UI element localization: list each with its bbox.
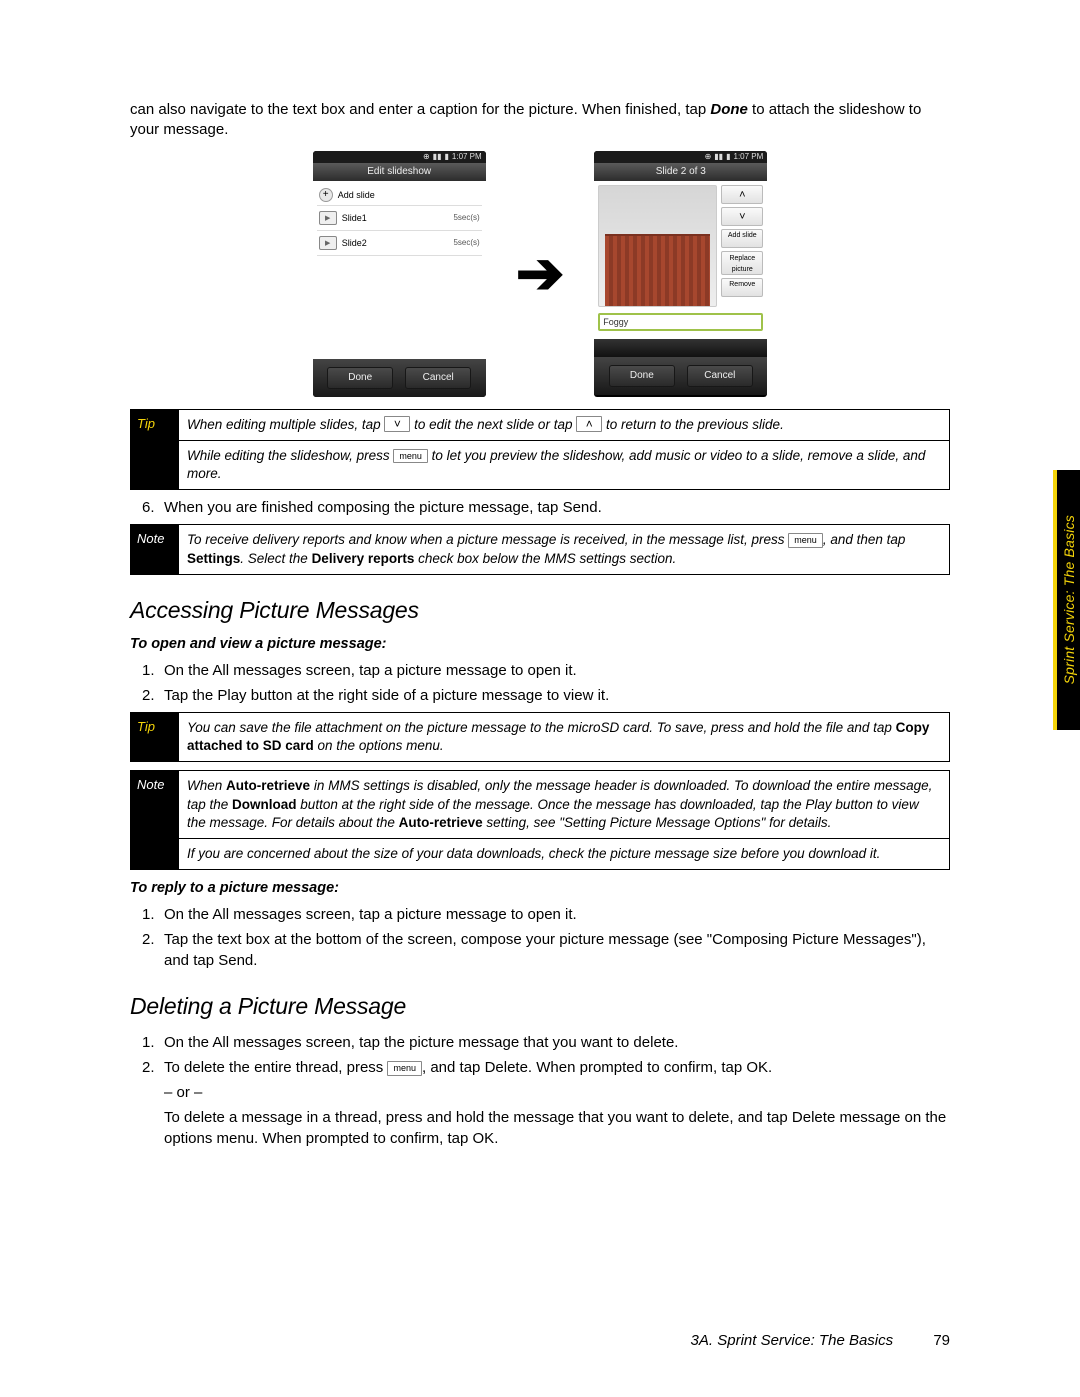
note-content: To receive delivery reports and know whe…: [179, 525, 949, 573]
replace-picture-button: Replace picture: [721, 251, 763, 275]
tip-label: Tip: [131, 410, 179, 440]
section-heading: Accessing Picture Messages: [130, 597, 950, 624]
note-content: When Auto-retrieve in MMS settings is di…: [179, 771, 949, 838]
side-buttons: ˄ ˅ Add slide Replace picture Remove: [721, 185, 763, 307]
reply-steps: 1.On the All messages screen, tap a pict…: [142, 904, 950, 971]
prev-slide-button: ˄: [721, 185, 763, 204]
tip-label: Tip: [131, 713, 179, 761]
battery-icon: ▮: [726, 152, 730, 161]
slide-thumb-icon: ▶: [319, 236, 337, 250]
page-number: 79: [933, 1332, 950, 1349]
menu-key-icon: menu: [788, 533, 823, 547]
screenshot-row: ⊕ ▮▮ ▮ 1:07 PM Edit slideshow + Add slid…: [130, 151, 950, 397]
phone-slide-editor: ⊕ ▮▮ ▮ 1:07 PM Slide 2 of 3 ˄ ˅ Add slid…: [594, 151, 767, 397]
step-6: 6. When you are finished composing the p…: [142, 498, 950, 518]
slide-picture: [598, 185, 717, 307]
intro-paragraph: can also navigate to the text box and en…: [130, 100, 950, 141]
phone-body: + Add slide ▶ Slide1 5sec(s) ▶ Slide2 5s…: [313, 181, 486, 359]
menu-key-icon: menu: [387, 1061, 422, 1076]
subheading: To reply to a picture message:: [130, 880, 950, 896]
list-item: 2. To delete the entire thread, press me…: [142, 1057, 950, 1078]
remove-button: Remove: [721, 278, 763, 297]
list-item: 1.On the All messages screen, tap a pict…: [142, 660, 950, 681]
page: Sprint Service: The Basics can also navi…: [0, 0, 1080, 1397]
note-box: Note When Auto-retrieve in MMS settings …: [130, 770, 950, 870]
list-item: 2.Tap the text box at the bottom of the …: [142, 929, 950, 971]
signal-icon: ▮▮: [433, 152, 442, 161]
open-steps: 1.On the All messages screen, tap a pict…: [142, 660, 950, 706]
note-box: Note To receive delivery reports and kno…: [130, 524, 950, 574]
tip-content: When editing multiple slides, tap ˅ to e…: [179, 410, 949, 440]
list-item: 1.On the All messages screen, tap the pi…: [142, 1032, 950, 1053]
location-icon: ⊕: [705, 152, 712, 161]
slide-row: ▶ Slide2 5sec(s): [317, 231, 482, 256]
phone-edit-slideshow: ⊕ ▮▮ ▮ 1:07 PM Edit slideshow + Add slid…: [313, 151, 486, 397]
done-button: Done: [327, 367, 393, 389]
delete-alt: To delete a message in a thread, press a…: [164, 1107, 950, 1149]
next-slide-button: ˅: [721, 207, 763, 226]
menu-key-icon: menu: [393, 449, 428, 463]
add-slide-row: + Add slide: [317, 185, 482, 206]
done-button: Done: [609, 365, 675, 387]
note-label-blank: [131, 839, 179, 869]
phone-title: Edit slideshow: [313, 163, 486, 181]
footer-section: 3A. Sprint Service: The Basics: [691, 1332, 894, 1349]
phone-button-bar: Done Cancel: [313, 359, 486, 397]
slide-name: Slide2: [342, 238, 449, 248]
section-heading: Deleting a Picture Message: [130, 993, 950, 1020]
section-tab: Sprint Service: The Basics: [1053, 470, 1080, 730]
slide-edit-area: ˄ ˅ Add slide Replace picture Remove: [598, 185, 763, 307]
tip-box: Tip You can save the file attachment on …: [130, 712, 950, 762]
down-arrow-key: ˅: [384, 416, 410, 432]
list-item: 2.Tap the Play button at the right side …: [142, 685, 950, 706]
delete-steps: 1.On the All messages screen, tap the pi…: [142, 1032, 950, 1078]
cancel-button: Cancel: [687, 365, 753, 387]
cancel-button: Cancel: [405, 367, 471, 389]
add-slide-button: Add slide: [721, 229, 763, 248]
note-label: Note: [131, 525, 179, 573]
subheading: To open and view a picture message:: [130, 636, 950, 652]
spacer: [594, 339, 767, 357]
status-bar: ⊕ ▮▮ ▮ 1:07 PM: [594, 151, 767, 163]
tip-content: While editing the slideshow, press menu …: [179, 441, 949, 489]
signal-icon: ▮▮: [714, 152, 723, 161]
add-slide-label: Add slide: [338, 190, 375, 200]
tip-content: You can save the file attachment on the …: [179, 713, 949, 761]
status-time: 1:07 PM: [734, 152, 764, 161]
bridge-graphic: [605, 234, 710, 306]
slide-thumb-icon: ▶: [319, 211, 337, 225]
section-tab-label: Sprint Service: The Basics: [1061, 515, 1077, 684]
slide-duration: 5sec(s): [453, 238, 479, 247]
status-bar: ⊕ ▮▮ ▮ 1:07 PM: [313, 151, 486, 163]
note-label: Note: [131, 771, 179, 838]
slide-name: Slide1: [342, 213, 449, 223]
battery-icon: ▮: [444, 152, 448, 161]
add-icon: +: [319, 188, 333, 202]
up-arrow-key: ˄: [576, 416, 602, 432]
phone-title: Slide 2 of 3: [594, 163, 767, 181]
slide-duration: 5sec(s): [453, 213, 479, 222]
slide-row: ▶ Slide1 5sec(s): [317, 206, 482, 231]
location-icon: ⊕: [423, 152, 430, 161]
arrow-icon: ➔: [516, 245, 565, 303]
caption-input: Foggy: [598, 313, 763, 331]
page-footer: 3A. Sprint Service: The Basics 79: [0, 1332, 950, 1349]
or-separator: – or –: [164, 1082, 950, 1103]
list-item: 1.On the All messages screen, tap a pict…: [142, 904, 950, 925]
status-time: 1:07 PM: [452, 152, 482, 161]
tip-box: Tip When editing multiple slides, tap ˅ …: [130, 409, 950, 491]
tip-label-blank: [131, 441, 179, 489]
phone-body: ˄ ˅ Add slide Replace picture Remove Fog…: [594, 181, 767, 339]
phone-button-bar: Done Cancel: [594, 357, 767, 395]
note-content: If you are concerned about the size of y…: [179, 839, 949, 869]
